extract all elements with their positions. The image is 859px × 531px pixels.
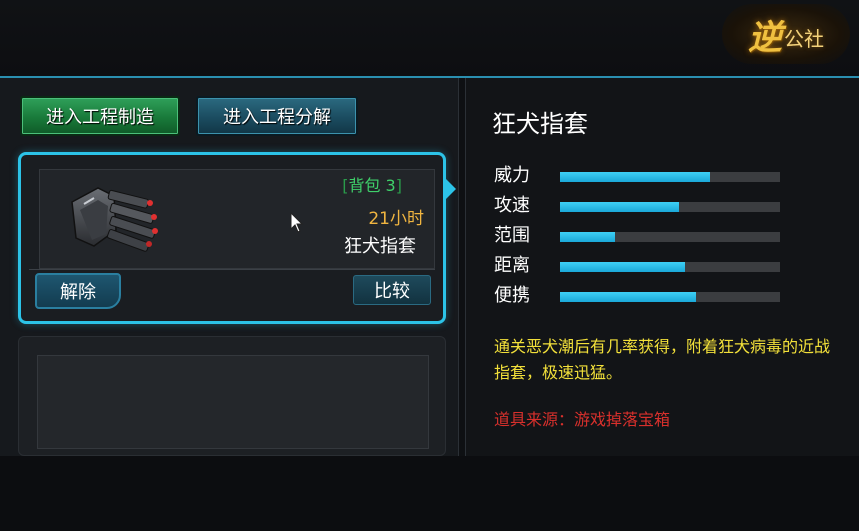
stat-label: 范围 bbox=[494, 225, 530, 246]
stat-label: 攻速 bbox=[494, 195, 530, 216]
enter-manufacture-button[interactable]: 进入工程制造 bbox=[20, 96, 180, 136]
bag-tag-label: 背包 3 bbox=[348, 176, 396, 195]
stat-bar-fill bbox=[560, 292, 697, 302]
stat-bar-fill bbox=[560, 262, 686, 272]
selected-item-card[interactable]: [背包 3] 21小时 狂犬指套 解除 比较 bbox=[18, 152, 456, 324]
detail-title: 狂犬指套 bbox=[492, 110, 588, 138]
stat-bar-track bbox=[560, 292, 780, 302]
bag-slot-tag: [背包 3] bbox=[338, 172, 406, 196]
stat-row-distance: 距离 bbox=[494, 256, 794, 276]
mouse-pointer-icon bbox=[290, 212, 304, 233]
bottom-band bbox=[0, 456, 859, 531]
logo-rest-text: 公社 bbox=[784, 26, 824, 51]
inventory-panel: 进入工程制造 进入工程分解 [背包 3] 21小时 狂犬指套 解除 比较 狂犬指… bbox=[0, 76, 859, 458]
item-description: 通关恶犬潮后有几率获得，附着狂犬病毒的近战指套，极速迅猛。 bbox=[494, 337, 831, 382]
stat-row-power: 威力 bbox=[494, 166, 794, 186]
stat-label: 距离 bbox=[494, 255, 530, 276]
stat-label: 威力 bbox=[494, 165, 530, 186]
stat-bar-track bbox=[560, 262, 780, 272]
stat-bar-track bbox=[560, 232, 780, 242]
stat-bar-fill bbox=[560, 232, 615, 242]
column-divider bbox=[458, 78, 466, 458]
item-detail-panel: 狂犬指套 威力 攻速 范围 距离 便携 通关恶犬潮后有几率获得，附着狂犬病毒的近… bbox=[466, 78, 859, 458]
enter-decompose-button[interactable]: 进入工程分解 bbox=[196, 96, 358, 136]
top-banner: 逆 公社 bbox=[0, 0, 859, 76]
bag-tag-close-bracket: ] bbox=[395, 176, 402, 195]
stat-row-portability: 便携 bbox=[494, 286, 794, 306]
stat-label: 便携 bbox=[494, 285, 530, 306]
item-timer: 21小时 bbox=[368, 209, 424, 229]
item-list-column: 进入工程制造 进入工程分解 [背包 3] 21小时 狂犬指套 解除 比较 bbox=[8, 84, 458, 456]
remove-button[interactable]: 解除 bbox=[35, 273, 121, 309]
item-name: 狂犬指套 bbox=[344, 236, 416, 257]
gauntlet-item-icon bbox=[71, 187, 158, 252]
stat-bar-fill bbox=[560, 172, 710, 182]
item-slot[interactable]: [背包 3] 21小时 狂犬指套 bbox=[39, 169, 435, 269]
logo-main-glyph: 逆 bbox=[748, 17, 782, 58]
empty-item-card[interactable] bbox=[18, 336, 446, 456]
stat-bar-fill bbox=[560, 202, 679, 212]
stat-row-range: 范围 bbox=[494, 226, 794, 246]
stat-bar-track bbox=[560, 202, 780, 212]
compare-button[interactable]: 比较 bbox=[353, 275, 431, 305]
stat-bar-track bbox=[560, 172, 780, 182]
item-source: 道具来源：游戏掉落宝箱 bbox=[494, 410, 671, 429]
card-divider bbox=[29, 269, 435, 270]
card-pointer-arrow bbox=[446, 179, 456, 199]
logo: 逆 公社 bbox=[722, 4, 850, 64]
stat-row-attack-speed: 攻速 bbox=[494, 196, 794, 216]
empty-item-slot[interactable] bbox=[37, 355, 429, 449]
